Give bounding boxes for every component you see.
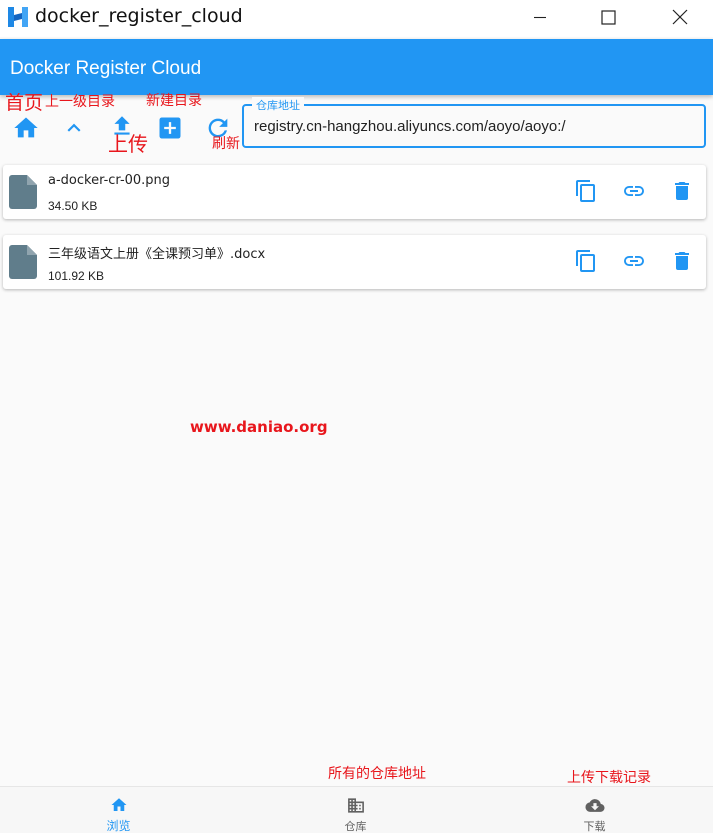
app-window: docker_register_cloud Docker Register Cl… <box>0 0 713 833</box>
repo-address-field[interactable]: 仓库地址 <box>242 97 706 148</box>
window-title: docker_register_cloud <box>35 5 243 27</box>
add-box-icon <box>159 117 181 139</box>
home-button[interactable] <box>8 110 44 146</box>
nav-download[interactable]: 下载 <box>476 787 713 833</box>
repo-address-input[interactable] <box>254 118 694 135</box>
delete-button[interactable] <box>669 178 695 204</box>
new-folder-button[interactable] <box>152 110 188 146</box>
file-list-item[interactable]: a-docker-cr-00.png 34.50 KB <box>3 165 706 219</box>
annotation-download-records: 上传下载记录 <box>567 770 651 786</box>
file-name: 三年级语文上册《全课预习单》.docx <box>48 247 266 262</box>
watermark-text: www.daniao.org <box>190 418 328 436</box>
minimize-icon <box>534 16 546 19</box>
annotation-parent-directory: 上一级目录 <box>45 94 115 110</box>
file-name: a-docker-cr-00.png <box>48 173 171 188</box>
nav-browse[interactable]: 浏览 <box>0 787 237 833</box>
app-bar-title: Docker Register Cloud <box>10 58 202 79</box>
bottom-navigation: 浏览 仓库 下载 <box>0 786 713 833</box>
file-icon <box>9 245 37 279</box>
copy-icon <box>576 180 595 202</box>
nav-repository-label: 仓库 <box>344 820 367 833</box>
cloud-download-icon <box>585 799 604 812</box>
nav-download-label: 下载 <box>583 820 606 833</box>
app-bar: Docker Register Cloud <box>0 39 713 95</box>
annotation-new-folder: 新建目录 <box>146 93 202 109</box>
home-icon <box>111 798 126 811</box>
copy-icon <box>576 250 595 272</box>
file-size: 34.50 KB <box>48 199 98 213</box>
file-list-item[interactable]: 三年级语文上册《全课预习单》.docx 101.92 KB <box>3 235 706 289</box>
annotation-refresh: 刷新 <box>212 136 240 152</box>
copy-button[interactable] <box>573 248 599 274</box>
delete-icon <box>675 252 689 270</box>
delete-button[interactable] <box>669 248 695 274</box>
home-icon <box>14 117 38 138</box>
app-logo-icon <box>8 7 28 27</box>
annotation-all-repos: 所有的仓库地址 <box>328 766 426 782</box>
file-icon <box>9 175 37 209</box>
repo-address-label: 仓库地址 <box>252 97 304 113</box>
close-button[interactable] <box>645 0 713 34</box>
link-icon <box>624 256 644 266</box>
delete-icon <box>675 182 689 200</box>
annotation-upload: 上传 <box>108 132 148 156</box>
parent-directory-button[interactable] <box>56 110 92 146</box>
copy-link-button[interactable] <box>621 178 647 204</box>
title-bar: docker_register_cloud <box>0 0 713 37</box>
file-size: 101.92 KB <box>48 269 105 283</box>
chevron-up-icon <box>67 123 81 132</box>
nav-repository[interactable]: 仓库 <box>237 787 474 833</box>
annotation-home: 首页 <box>5 92 44 114</box>
nav-browse-label: 浏览 <box>106 819 131 833</box>
copy-button[interactable] <box>573 178 599 204</box>
building-icon <box>347 798 364 813</box>
maximize-icon <box>600 9 616 25</box>
maximize-button[interactable] <box>573 0 643 34</box>
minimize-button[interactable] <box>505 0 575 34</box>
copy-link-button[interactable] <box>621 248 647 274</box>
link-icon <box>624 186 644 196</box>
close-icon <box>672 9 688 25</box>
